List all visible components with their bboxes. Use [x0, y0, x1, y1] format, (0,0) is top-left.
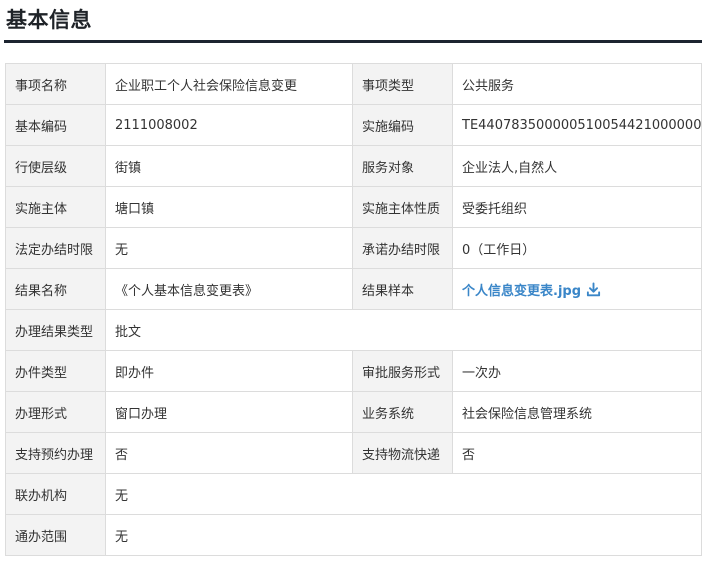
row-value: 0（工作日） [452, 227, 702, 269]
row-value: 社会保险信息管理系统 [452, 391, 702, 433]
table-row: 事项名称 企业职工个人社会保险信息变更 事项类型 公共服务 [5, 63, 702, 105]
title-underline [4, 40, 702, 43]
download-icon[interactable] [586, 281, 601, 297]
download-link-text: 个人信息变更表.jpg [462, 283, 582, 299]
row-value: 《个人基本信息变更表》 [105, 268, 353, 310]
row-label: 办理结果类型 [5, 309, 106, 351]
row-value: 无 [105, 514, 702, 556]
row-label: 办理形式 [5, 391, 106, 433]
row-label: 支持物流快递 [352, 432, 453, 474]
row-value: 无 [105, 473, 702, 515]
row-value: 街镇 [105, 145, 353, 187]
table-row: 通办范围 无 [5, 514, 702, 556]
table-row: 支持预约办理 否 支持物流快递 否 [5, 432, 702, 474]
row-label: 支持预约办理 [5, 432, 106, 474]
row-value: 否 [452, 432, 702, 474]
row-value: 企业职工个人社会保险信息变更 [105, 63, 353, 105]
row-label: 联办机构 [5, 473, 106, 515]
table-row: 实施主体 塘口镇 实施主体性质 受委托组织 [5, 186, 702, 228]
row-label: 实施主体 [5, 186, 106, 228]
info-table: 事项名称 企业职工个人社会保险信息变更 事项类型 公共服务 基本编码 21110… [5, 63, 702, 556]
table-row: 法定办结时限 无 承诺办结时限 0（工作日） [5, 227, 702, 269]
row-label: 事项名称 [5, 63, 106, 105]
row-value: 批文 [105, 309, 702, 351]
row-value: TE44078350000051005442100000047 [452, 104, 702, 146]
table-row: 结果名称 《个人基本信息变更表》 结果样本 个人信息变更表.jpg [5, 268, 702, 310]
row-value: 无 [105, 227, 353, 269]
row-value: 2111008002 [105, 104, 353, 146]
row-label: 结果名称 [5, 268, 106, 310]
table-row: 行使层级 街镇 服务对象 企业法人,自然人 [5, 145, 702, 187]
table-row: 基本编码 2111008002 实施编码 TE44078350000051005… [5, 104, 702, 146]
result-sample-download-link[interactable]: 个人信息变更表.jpg [462, 280, 601, 299]
table-row: 联办机构 无 [5, 473, 702, 515]
row-label: 业务系统 [352, 391, 453, 433]
row-value: 窗口办理 [105, 391, 353, 433]
row-label: 结果样本 [352, 268, 453, 310]
row-label: 行使层级 [5, 145, 106, 187]
row-value: 企业法人,自然人 [452, 145, 702, 187]
table-row: 办理形式 窗口办理 业务系统 社会保险信息管理系统 [5, 391, 702, 433]
page-title: 基本信息 [6, 8, 92, 32]
row-value: 否 [105, 432, 353, 474]
row-label: 实施主体性质 [352, 186, 453, 228]
row-value: 塘口镇 [105, 186, 353, 228]
row-label: 服务对象 [352, 145, 453, 187]
table-row: 办理结果类型 批文 [5, 309, 702, 351]
row-label: 实施编码 [352, 104, 453, 146]
row-label: 审批服务形式 [352, 350, 453, 392]
row-value: 一次办 [452, 350, 702, 392]
table-row: 办件类型 即办件 审批服务形式 一次办 [5, 350, 702, 392]
row-value: 受委托组织 [452, 186, 702, 228]
row-value: 即办件 [105, 350, 353, 392]
row-value: 公共服务 [452, 63, 702, 105]
row-label: 事项类型 [352, 63, 453, 105]
row-label: 办件类型 [5, 350, 106, 392]
result-sample-cell: 个人信息变更表.jpg [452, 268, 702, 310]
row-label: 法定办结时限 [5, 227, 106, 269]
row-label: 通办范围 [5, 514, 106, 556]
row-label: 基本编码 [5, 104, 106, 146]
row-label: 承诺办结时限 [352, 227, 453, 269]
